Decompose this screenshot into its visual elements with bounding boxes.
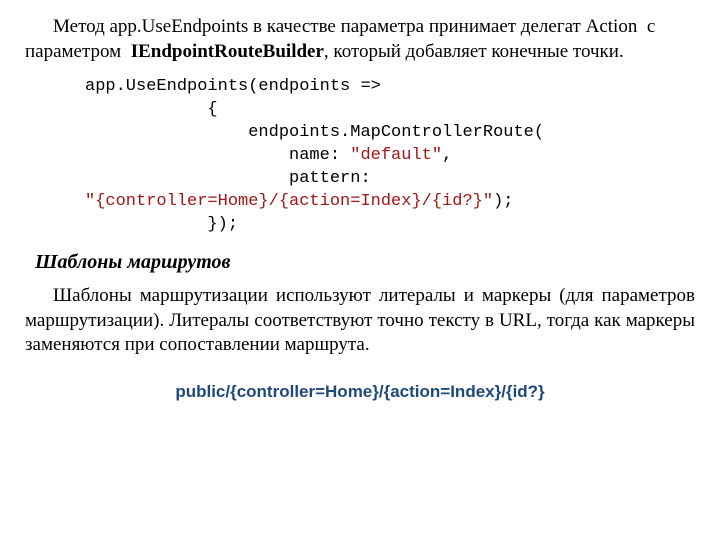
code-line-4a: name: <box>85 146 350 165</box>
body-paragraph: Шаблоны маршрутизации используют литерал… <box>25 284 695 358</box>
intro-text-post: , который добавляет конечные точки. <box>324 41 624 62</box>
intro-text-bold: IEndpointRouteBuilder <box>131 41 324 62</box>
subheading-route-templates: Шаблоны маршрутов <box>35 251 695 274</box>
code-line-3: endpoints.MapControllerRoute( <box>85 123 544 142</box>
intro-paragraph: Метод app.UseEndpoints в качестве параме… <box>25 15 695 64</box>
code-string-pattern: "{controller=Home}/{action=Index}/{id?}" <box>85 192 493 211</box>
code-snippet: app.UseEndpoints(endpoints => { endpoint… <box>85 76 695 237</box>
code-line-6b: ); <box>493 192 513 211</box>
code-line-2: { <box>85 100 218 119</box>
code-line-7: }); <box>85 215 238 234</box>
code-line-1: app.UseEndpoints(endpoints => <box>85 77 381 96</box>
route-pattern-example: public/{controller=Home}/{action=Index}/… <box>25 382 695 402</box>
code-line-4b: , <box>442 146 452 165</box>
code-line-5: pattern: <box>85 169 381 188</box>
code-string-default: "default" <box>350 146 442 165</box>
